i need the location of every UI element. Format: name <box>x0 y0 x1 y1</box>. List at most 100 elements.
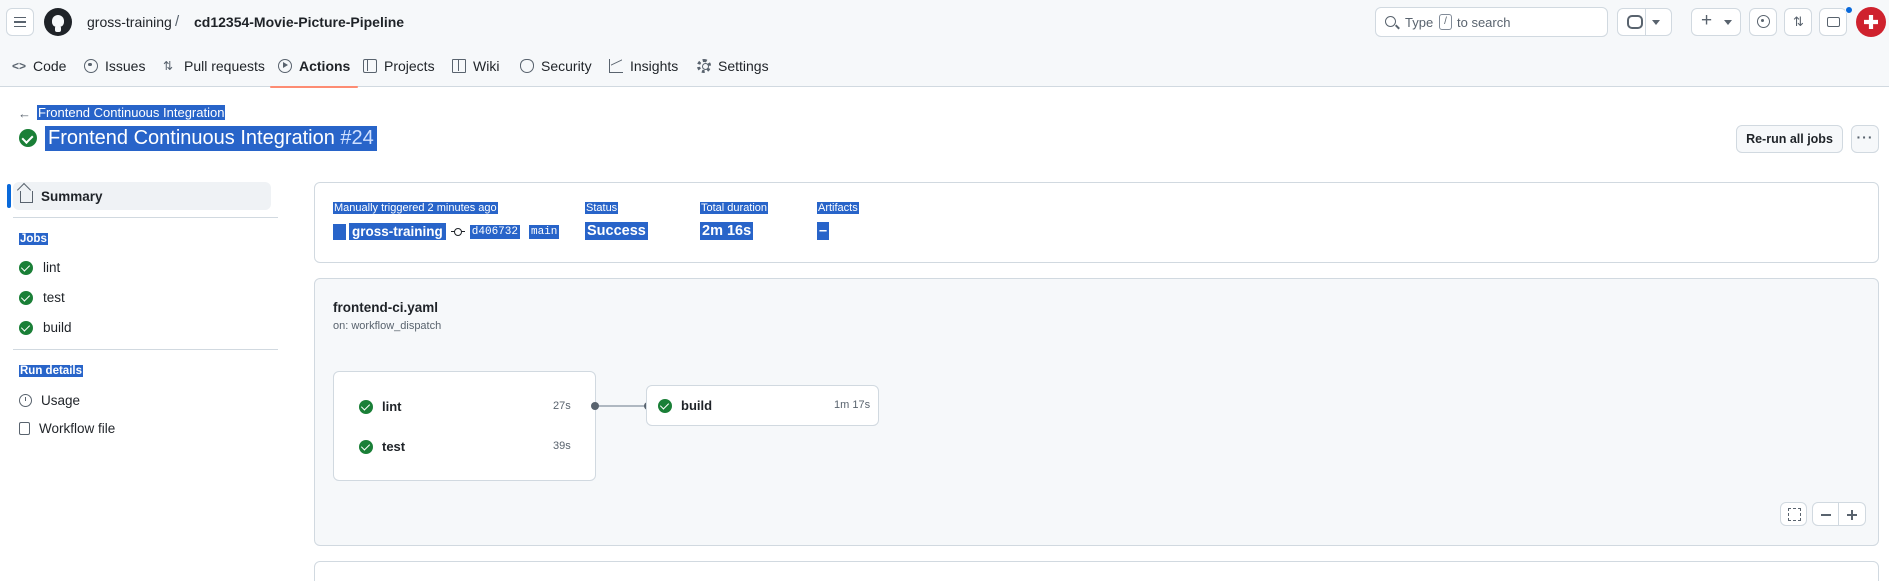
divider <box>13 349 278 350</box>
job-label: build <box>681 398 713 413</box>
inbox-icon <box>1827 17 1840 27</box>
sidebar-item-lint[interactable]: lint <box>19 260 60 275</box>
more-options-button[interactable]: ··· <box>1851 125 1879 153</box>
avatar[interactable] <box>1856 7 1886 37</box>
run-title: Frontend Continuous Integration <box>48 127 335 149</box>
your-pull-requests-button[interactable]: ⇅ <box>1784 8 1812 36</box>
stopwatch-icon <box>19 394 32 407</box>
success-check-icon <box>19 260 33 275</box>
job-connector <box>595 405 650 407</box>
search-placeholder-rest: to search <box>1457 15 1511 30</box>
your-issues-button[interactable] <box>1749 8 1777 36</box>
tab-label: Insights <box>630 57 679 74</box>
menu-icon[interactable] <box>6 8 34 36</box>
sidebar-heading-run-details: Run details <box>19 365 83 377</box>
zoom-in-button[interactable] <box>1839 502 1866 526</box>
commit-icon <box>450 228 465 236</box>
job-label: lint <box>382 399 402 414</box>
sidebar-heading-jobs: Jobs <box>19 233 48 245</box>
create-new-button[interactable]: + <box>1691 8 1741 36</box>
success-check-icon <box>19 129 37 147</box>
tab-actions[interactable]: Actions <box>269 44 359 88</box>
gear-icon <box>697 58 711 73</box>
tab-insights[interactable]: Insights <box>609 44 678 87</box>
sidebar-item-label: Workflow file <box>39 421 116 436</box>
copilot-button[interactable] <box>1617 8 1672 36</box>
workflow-graph-panel: frontend-ci.yaml on: workflow_dispatch l… <box>314 278 1879 546</box>
breadcrumb-owner[interactable]: gross-training <box>87 14 172 30</box>
job-build-row: build <box>658 398 712 413</box>
tab-label: Projects <box>384 57 435 74</box>
sidebar-item-build[interactable]: build <box>19 320 72 335</box>
shield-icon <box>520 58 534 73</box>
success-check-icon <box>359 399 373 414</box>
duration-value: 2m 16s <box>700 222 754 240</box>
run-summary-panel: Manually triggered 2 minutes ago gross-t… <box>314 182 1879 263</box>
trigger-user[interactable]: gross-training <box>349 223 446 240</box>
sidebar-item-label: test <box>43 290 65 305</box>
job-build[interactable]: build 1m 17s <box>646 385 879 426</box>
artifacts-label: Artifacts <box>817 202 859 214</box>
breadcrumb-separator: / <box>175 13 180 30</box>
rerun-all-jobs-button[interactable]: Re-run all jobs <box>1736 125 1843 153</box>
duration-label: Total duration <box>700 202 769 214</box>
workflow-link[interactable]: Frontend Continuous Integration <box>37 105 226 120</box>
tab-label: Wiki <box>473 57 500 74</box>
copilot-icon <box>1627 15 1643 29</box>
tab-code[interactable]: <> Code <box>12 44 66 87</box>
tab-label: Pull requests <box>184 57 265 74</box>
success-check-icon <box>658 398 672 413</box>
sidebar-item-usage[interactable]: Usage <box>19 393 80 408</box>
zoom-out-button[interactable] <box>1812 502 1839 526</box>
sidebar-item-label: Summary <box>41 188 103 204</box>
sidebar-item-label: lint <box>43 260 61 275</box>
plus-icon: + <box>1701 10 1713 31</box>
connector-dot <box>591 402 599 410</box>
tab-security[interactable]: Security <box>520 44 592 87</box>
divider <box>13 217 278 218</box>
commit-sha[interactable]: d406732 <box>469 224 520 239</box>
page-title: Frontend Continuous Integration #24 <box>45 126 377 151</box>
tab-settings[interactable]: Settings <box>697 44 769 87</box>
global-header: gross-training / cd12354-Movie-Picture-P… <box>0 0 1889 44</box>
arrow-left-icon[interactable]: ← <box>18 106 31 121</box>
tab-pull-requests[interactable]: ⇅ Pull requests <box>163 44 265 87</box>
issue-icon <box>84 58 98 73</box>
search-input[interactable]: Type / to search <box>1375 7 1608 37</box>
fullscreen-button[interactable] <box>1780 502 1807 526</box>
trigger-label: Manually triggered 2 minutes ago <box>333 202 498 214</box>
issue-icon <box>1757 15 1770 28</box>
avatar <box>333 223 346 240</box>
job-group: lint 27s test 39s <box>333 371 596 481</box>
tab-projects[interactable]: Projects <box>363 44 435 87</box>
sidebar-item-test[interactable]: test <box>19 290 65 305</box>
search-icon <box>1385 16 1396 27</box>
pull-request-icon: ⇅ <box>163 58 174 73</box>
tab-wiki[interactable]: Wiki <box>452 44 499 87</box>
chevron-down-icon <box>1724 20 1732 25</box>
job-lint[interactable]: lint <box>359 399 402 414</box>
sidebar-item-workflow-file[interactable]: Workflow file <box>19 421 115 436</box>
branch-name[interactable]: main <box>528 224 560 239</box>
sidebar-item-summary[interactable]: Summary <box>13 182 271 210</box>
status-value: Success <box>585 222 648 240</box>
repo-nav: <> Code Issues ⇅ Pull requests Actions P… <box>0 44 1889 88</box>
workflow-file-name: frontend-ci.yaml <box>333 300 439 315</box>
trigger-details: gross-training d406732 main <box>333 223 560 240</box>
tab-label: Settings <box>718 57 769 74</box>
job-duration: 39s <box>553 440 571 452</box>
breadcrumb-repo[interactable]: cd12354-Movie-Picture-Pipeline <box>194 14 404 30</box>
tab-label: Issues <box>105 57 146 74</box>
job-duration: 27s <box>553 400 571 412</box>
notification-indicator <box>1845 6 1853 14</box>
tab-issues[interactable]: Issues <box>84 44 145 87</box>
notifications-button[interactable] <box>1819 8 1847 36</box>
table-icon <box>363 58 377 73</box>
play-icon <box>278 58 292 73</box>
success-check-icon <box>19 320 33 335</box>
success-check-icon <box>19 290 33 305</box>
tab-label: Security <box>541 57 592 74</box>
chevron-down-icon[interactable] <box>1652 20 1660 25</box>
job-test[interactable]: test <box>359 439 405 454</box>
github-logo-icon[interactable] <box>44 8 72 36</box>
